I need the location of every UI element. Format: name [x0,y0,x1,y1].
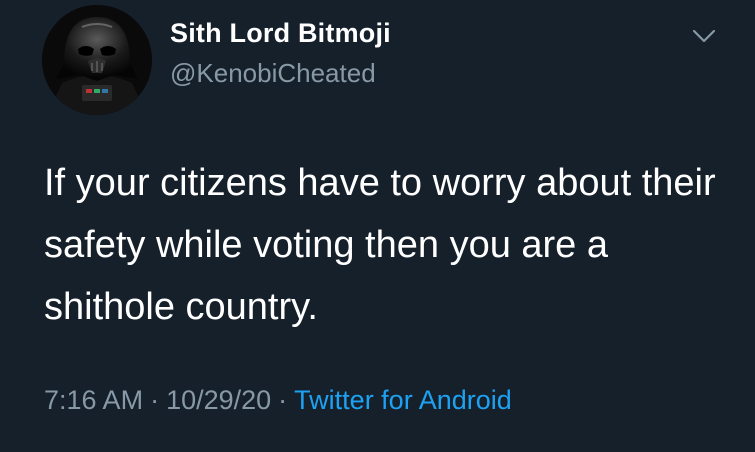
tweet-text: If your citizens have to worry about the… [44,162,716,328]
separator-dot: · [150,385,160,415]
tweet-source-link[interactable]: Twitter for Android [294,385,512,415]
author-display-name[interactable]: Sith Lord Bitmoji [170,18,391,49]
tweet-date[interactable]: 10/29/20 [166,385,271,415]
tweet-card: Sith Lord Bitmoji @KenobiCheated If your… [0,0,755,452]
tweet-metadata: 7:16 AM · 10/29/20 · Twitter for Android [44,385,512,416]
tweet-time[interactable]: 7:16 AM [44,385,143,415]
darth-vader-avatar-icon [42,5,152,115]
author-handle[interactable]: @KenobiCheated [170,58,376,89]
separator-dot: · [278,385,288,415]
chevron-down-icon[interactable] [690,26,718,46]
author-avatar[interactable] [42,5,152,115]
